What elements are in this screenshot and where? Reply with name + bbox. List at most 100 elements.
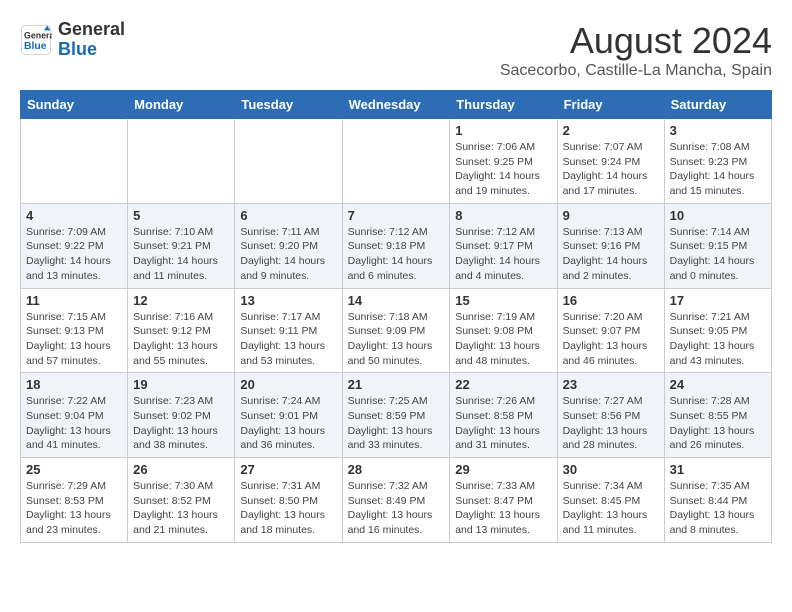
calendar-cell: 1Sunrise: 7:06 AM Sunset: 9:25 PM Daylig…: [450, 119, 557, 204]
calendar-cell: 10 Sunrise: 7:14 AM Sunset: 9:15 PM Dayli…: [664, 203, 771, 288]
day-info: Sunrise: 7:21 AM Sunset: 9:05 PM Dayligh…: [670, 310, 766, 369]
day-number: 29: [455, 462, 551, 477]
day-info: Sunrise: 7:29 AM Sunset: 8:53 PM Dayligh…: [26, 479, 122, 538]
logo: General Blue General Blue: [20, 20, 125, 60]
day-number: 27: [240, 462, 336, 477]
day-info: Sunrise: 7:07 AM Sunset: 9:24 PM Dayligh…: [563, 140, 659, 199]
day-info: Sunrise: 7:30 AM Sunset: 8:52 PM Dayligh…: [133, 479, 229, 538]
calendar-cell: 20 Sunrise: 7:24 AM Sunset: 9:01 PM Dayli…: [235, 373, 342, 458]
calendar-week-row: 25 Sunrise: 7:29 AM Sunset: 8:53 PM Dayli…: [21, 458, 772, 543]
day-info: Sunrise: 7:22 AM Sunset: 9:04 PM Dayligh…: [26, 394, 122, 453]
day-info: Sunrise: 7:24 AM Sunset: 9:01 PM Dayligh…: [240, 394, 336, 453]
day-number: 23: [563, 377, 659, 392]
calendar-cell: 13Sunrise: 7:17 AM Sunset: 9:11 PM Dayli…: [235, 288, 342, 373]
day-number: 9: [563, 208, 659, 223]
day-number: 20: [240, 377, 336, 392]
calendar-cell: 27 Sunrise: 7:31 AM Sunset: 8:50 PM Dayli…: [235, 458, 342, 543]
day-number: 26: [133, 462, 229, 477]
location-title: Sacecorbo, Castille-La Mancha, Spain: [500, 62, 772, 80]
day-info: Sunrise: 7:20 AM Sunset: 9:07 PM Dayligh…: [563, 310, 659, 369]
day-info: Sunrise: 7:15 AM Sunset: 9:13 PM Dayligh…: [26, 310, 122, 369]
day-info: Sunrise: 7:09 AM Sunset: 9:22 PM Dayligh…: [26, 225, 122, 284]
calendar-cell: 29 Sunrise: 7:33 AM Sunset: 8:47 PM Dayli…: [450, 458, 557, 543]
calendar-cell: [21, 119, 128, 204]
calendar-cell: 11 Sunrise: 7:15 AM Sunset: 9:13 PM Dayli…: [21, 288, 128, 373]
day-info: Sunrise: 7:34 AM Sunset: 8:45 PM Dayligh…: [563, 479, 659, 538]
day-number: 5: [133, 208, 229, 223]
day-info: Sunrise: 7:12 AM Sunset: 9:18 PM Dayligh…: [348, 225, 445, 284]
day-number: 15: [455, 293, 551, 308]
day-number: 11: [26, 293, 122, 308]
day-info: Sunrise: 7:12 AM Sunset: 9:17 PM Dayligh…: [455, 225, 551, 284]
day-number: 7: [348, 208, 445, 223]
day-info: Sunrise: 7:31 AM Sunset: 8:50 PM Dayligh…: [240, 479, 336, 538]
calendar-cell: 9 Sunrise: 7:13 AM Sunset: 9:16 PM Daylig…: [557, 203, 664, 288]
day-info: Sunrise: 7:35 AM Sunset: 8:44 PM Dayligh…: [670, 479, 766, 538]
day-info: Sunrise: 7:16 AM Sunset: 9:12 PM Dayligh…: [133, 310, 229, 369]
calendar-cell: 14 Sunrise: 7:18 AM Sunset: 9:09 PM Dayli…: [342, 288, 450, 373]
day-number: 30: [563, 462, 659, 477]
day-number: 19: [133, 377, 229, 392]
calendar-week-row: 11 Sunrise: 7:15 AM Sunset: 9:13 PM Dayli…: [21, 288, 772, 373]
calendar-cell: 8Sunrise: 7:12 AM Sunset: 9:17 PM Daylig…: [450, 203, 557, 288]
day-info: Sunrise: 7:10 AM Sunset: 9:21 PM Dayligh…: [133, 225, 229, 284]
calendar-cell: 3 Sunrise: 7:08 AM Sunset: 9:23 PM Daylig…: [664, 119, 771, 204]
calendar-cell: 19 Sunrise: 7:23 AM Sunset: 9:02 PM Dayli…: [128, 373, 235, 458]
day-info: Sunrise: 7:14 AM Sunset: 9:15 PM Dayligh…: [670, 225, 766, 284]
calendar-cell: 23 Sunrise: 7:27 AM Sunset: 8:56 PM Dayli…: [557, 373, 664, 458]
day-number: 14: [348, 293, 445, 308]
day-info: Sunrise: 7:28 AM Sunset: 8:55 PM Dayligh…: [670, 394, 766, 453]
calendar-cell: 6Sunrise: 7:11 AM Sunset: 9:20 PM Daylig…: [235, 203, 342, 288]
day-number: 3: [670, 123, 766, 138]
calendar-cell: 17 Sunrise: 7:21 AM Sunset: 9:05 PM Dayli…: [664, 288, 771, 373]
day-info: Sunrise: 7:08 AM Sunset: 9:23 PM Dayligh…: [670, 140, 766, 199]
day-info: Sunrise: 7:26 AM Sunset: 8:58 PM Dayligh…: [455, 394, 551, 453]
day-number: 10: [670, 208, 766, 223]
weekday-header-thursday: Thursday: [450, 91, 557, 119]
weekday-header-saturday: Saturday: [664, 91, 771, 119]
day-info: Sunrise: 7:13 AM Sunset: 9:16 PM Dayligh…: [563, 225, 659, 284]
calendar-cell: 5 Sunrise: 7:10 AM Sunset: 9:21 PM Daylig…: [128, 203, 235, 288]
calendar-cell: [235, 119, 342, 204]
calendar-cell: 25 Sunrise: 7:29 AM Sunset: 8:53 PM Dayli…: [21, 458, 128, 543]
calendar-cell: 4Sunrise: 7:09 AM Sunset: 9:22 PM Daylig…: [21, 203, 128, 288]
svg-text:Blue: Blue: [24, 41, 47, 52]
day-info: Sunrise: 7:18 AM Sunset: 9:09 PM Dayligh…: [348, 310, 445, 369]
day-number: 31: [670, 462, 766, 477]
day-info: Sunrise: 7:17 AM Sunset: 9:11 PM Dayligh…: [240, 310, 336, 369]
day-info: Sunrise: 7:23 AM Sunset: 9:02 PM Dayligh…: [133, 394, 229, 453]
calendar-week-row: 4Sunrise: 7:09 AM Sunset: 9:22 PM Daylig…: [21, 203, 772, 288]
title-block: August 2024 Sacecorbo, Castille-La Manch…: [500, 20, 772, 80]
calendar-cell: 15Sunrise: 7:19 AM Sunset: 9:08 PM Dayli…: [450, 288, 557, 373]
day-number: 28: [348, 462, 445, 477]
day-info: Sunrise: 7:33 AM Sunset: 8:47 PM Dayligh…: [455, 479, 551, 538]
calendar-cell: 22 Sunrise: 7:26 AM Sunset: 8:58 PM Dayli…: [450, 373, 557, 458]
calendar-cell: 24 Sunrise: 7:28 AM Sunset: 8:55 PM Dayli…: [664, 373, 771, 458]
day-number: 21: [348, 377, 445, 392]
calendar-cell: 28Sunrise: 7:32 AM Sunset: 8:49 PM Dayli…: [342, 458, 450, 543]
day-number: 6: [240, 208, 336, 223]
calendar-cell: 12Sunrise: 7:16 AM Sunset: 9:12 PM Dayli…: [128, 288, 235, 373]
weekday-header-monday: Monday: [128, 91, 235, 119]
day-number: 1: [455, 123, 551, 138]
day-number: 16: [563, 293, 659, 308]
calendar-cell: [342, 119, 450, 204]
day-info: Sunrise: 7:25 AM Sunset: 8:59 PM Dayligh…: [348, 394, 445, 453]
svg-text:General: General: [24, 30, 52, 40]
day-number: 24: [670, 377, 766, 392]
calendar-cell: 26 Sunrise: 7:30 AM Sunset: 8:52 PM Dayli…: [128, 458, 235, 543]
month-title: August 2024: [500, 20, 772, 62]
day-number: 22: [455, 377, 551, 392]
calendar-week-row: 1Sunrise: 7:06 AM Sunset: 9:25 PM Daylig…: [21, 119, 772, 204]
weekday-header-friday: Friday: [557, 91, 664, 119]
calendar-cell: 31 Sunrise: 7:35 AM Sunset: 8:44 PM Dayli…: [664, 458, 771, 543]
calendar-cell: 21 Sunrise: 7:25 AM Sunset: 8:59 PM Dayli…: [342, 373, 450, 458]
day-info: Sunrise: 7:27 AM Sunset: 8:56 PM Dayligh…: [563, 394, 659, 453]
calendar-table: SundayMondayTuesdayWednesdayThursdayFrid…: [20, 90, 772, 543]
calendar-cell: 2Sunrise: 7:07 AM Sunset: 9:24 PM Daylig…: [557, 119, 664, 204]
calendar-week-row: 18Sunrise: 7:22 AM Sunset: 9:04 PM Dayli…: [21, 373, 772, 458]
day-number: 17: [670, 293, 766, 308]
day-number: 25: [26, 462, 122, 477]
calendar-cell: [128, 119, 235, 204]
weekday-header-sunday: Sunday: [21, 91, 128, 119]
